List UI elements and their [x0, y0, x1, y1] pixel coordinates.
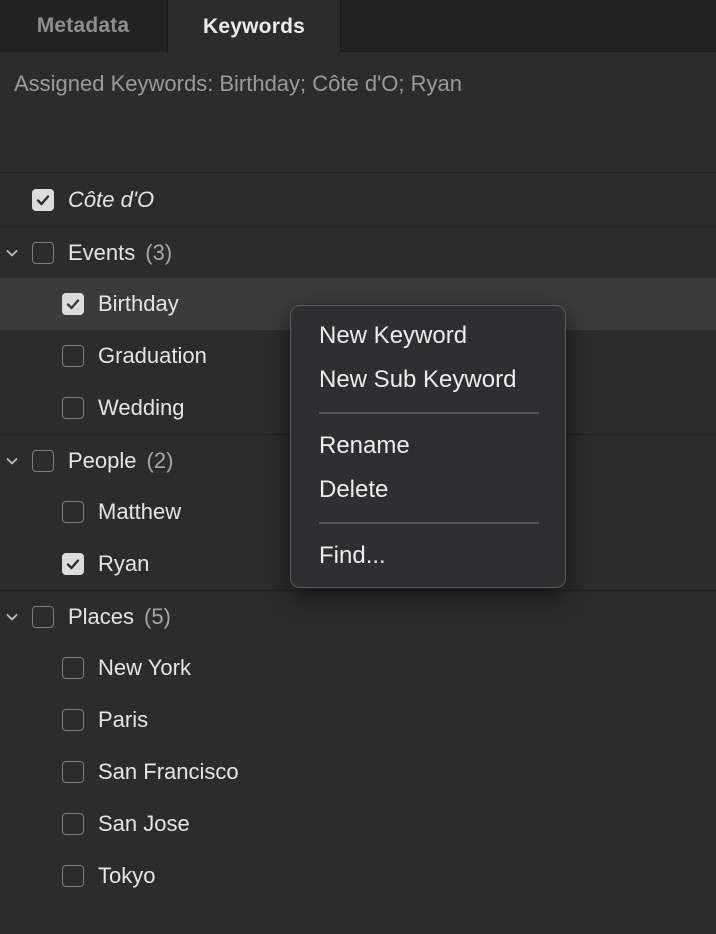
assigned-keywords-label: Assigned Keywords:	[14, 71, 214, 96]
keyword-group-label: Events (3)	[68, 239, 173, 265]
keyword-checkbox[interactable]	[62, 761, 84, 783]
keyword-row-san-jose[interactable]: San Jose	[0, 798, 716, 850]
keyword-checkbox[interactable]	[62, 501, 84, 523]
checkmark-icon	[66, 299, 80, 310]
chevron-down-icon[interactable]	[4, 609, 20, 625]
menu-item-new-sub-keyword[interactable]: New Sub Keyword	[319, 366, 516, 394]
keyword-checkbox[interactable]	[62, 709, 84, 731]
checkmark-icon	[36, 195, 50, 206]
keyword-label: Matthew	[98, 499, 182, 524]
menu-item-delete[interactable]: Delete	[319, 476, 388, 504]
chevron-down-icon[interactable]	[4, 245, 20, 261]
keyword-label: Tokyo	[98, 863, 156, 888]
keyword-checkbox[interactable]	[62, 657, 84, 679]
checkmark-icon	[66, 559, 80, 570]
keyword-label: Graduation	[98, 343, 207, 368]
context-menu: New Keyword New Sub Keyword Rename Delet…	[290, 305, 566, 588]
keyword-row-new-york[interactable]: New York	[0, 642, 716, 694]
assigned-keywords-area: Assigned Keywords: Birthday; Côte d'O; Ry…	[0, 53, 716, 173]
keyword-group-events[interactable]: Events (3)	[0, 226, 716, 278]
keyword-count: (2)	[146, 447, 174, 473]
keyword-checkbox[interactable]	[62, 397, 84, 419]
chevron-down-icon[interactable]	[4, 453, 20, 469]
keyword-label: San Jose	[98, 811, 190, 836]
keyword-checkbox[interactable]	[62, 813, 84, 835]
keyword-group-places[interactable]: Places (5)	[0, 590, 716, 642]
keyword-row-san-francisco[interactable]: San Francisco	[0, 746, 716, 798]
menu-item-new-keyword[interactable]: New Keyword	[319, 322, 467, 350]
keyword-checkbox[interactable]	[32, 449, 54, 472]
menu-separator	[319, 412, 539, 414]
keyword-count: (3)	[145, 239, 173, 265]
keyword-label: Birthday	[98, 291, 179, 316]
keyword-checkbox[interactable]	[62, 345, 84, 367]
keyword-checkbox[interactable]	[32, 189, 54, 211]
tab-keywords[interactable]: Keywords	[167, 0, 341, 53]
keyword-label: Wedding	[98, 395, 185, 420]
keyword-checkbox[interactable]	[32, 241, 54, 264]
assigned-keywords-value: Birthday; Côte d'O; Ryan	[219, 71, 462, 96]
keyword-label: Paris	[98, 707, 149, 732]
keyword-label: New York	[98, 655, 191, 680]
keyword-count: (5)	[144, 603, 171, 629]
menu-item-find[interactable]: Find...	[319, 542, 386, 570]
keyword-group-label: People (2)	[68, 447, 174, 473]
keyword-row-tokyo[interactable]: Tokyo	[0, 850, 716, 902]
keywords-panel: Metadata Keywords Assigned Keywords: Birt…	[0, 0, 716, 934]
keyword-checkbox[interactable]	[32, 605, 54, 628]
keyword-group-label: Places (5)	[68, 603, 171, 629]
keyword-label: Côte d'O	[68, 187, 155, 212]
keyword-checkbox[interactable]	[62, 553, 84, 575]
keyword-row-paris[interactable]: Paris	[0, 694, 716, 746]
keyword-checkbox[interactable]	[62, 293, 84, 315]
keyword-row-cote-do[interactable]: Côte d'O	[0, 174, 716, 226]
menu-separator	[319, 522, 539, 524]
assigned-keywords-text: Assigned Keywords: Birthday; Côte d'O; Ry…	[14, 71, 462, 97]
tab-metadata[interactable]: Metadata	[0, 0, 166, 52]
keyword-label: Ryan	[98, 551, 150, 576]
keyword-checkbox[interactable]	[62, 865, 84, 887]
keyword-label: San Francisco	[98, 759, 239, 784]
menu-item-rename[interactable]: Rename	[319, 432, 410, 460]
tab-bar: Metadata Keywords	[0, 0, 716, 53]
